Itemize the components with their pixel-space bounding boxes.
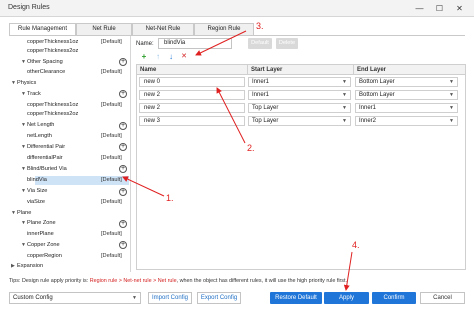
annotation-arrow-4 <box>343 251 353 291</box>
annotation-label-3: 3. <box>256 21 264 31</box>
annotation-arrows <box>122 30 353 291</box>
annotation-label-4: 4. <box>352 240 360 250</box>
tips-text: Tips: Design rule apply priority is: Reg… <box>9 278 347 284</box>
cancel-button[interactable]: Cancel <box>420 292 465 304</box>
chevron-down-icon: ▼ <box>132 295 137 301</box>
import-config-button[interactable]: Import Config <box>148 292 192 304</box>
apply-button[interactable]: Apply <box>324 292 369 304</box>
export-config-button[interactable]: Export Config <box>197 292 241 304</box>
annotation-label-1: 1. <box>166 193 174 203</box>
annotation-arrow-1 <box>122 176 165 197</box>
annotation-arrow-3 <box>195 30 247 56</box>
annotation-label-2: 2. <box>247 143 255 153</box>
confirm-button[interactable]: Confirm <box>372 292 416 304</box>
annotation-arrow-2 <box>216 87 246 144</box>
config-select[interactable]: Custom Config ▼ <box>9 292 141 304</box>
restore-default-button[interactable]: Restore Default <box>270 292 322 304</box>
